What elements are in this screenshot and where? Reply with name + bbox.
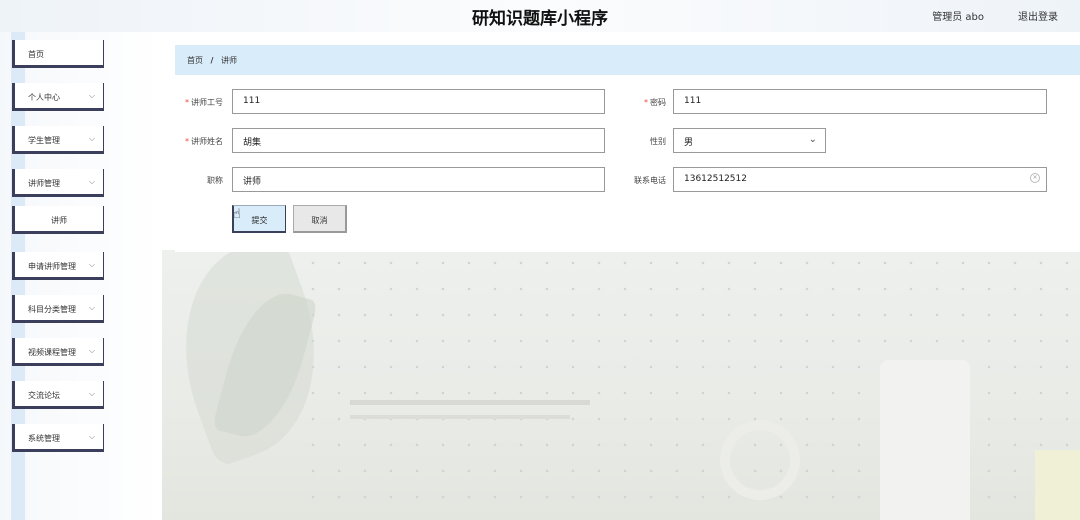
- sidebar-item-teacher-applications[interactable]: 申请讲师管理 ⌵: [12, 252, 104, 280]
- sidebar-item-label: 首页: [28, 50, 44, 59]
- gender-label: 性别: [650, 137, 666, 146]
- sidebar: 首页 个人中心 ⌵ 学生管理 ⌵ 讲师管理 ⌵ 讲师 申请讲师管理 ⌵ 科目分类…: [0, 32, 162, 520]
- box: [1035, 450, 1080, 520]
- sidebar-item-label: 讲师管理: [28, 179, 60, 188]
- gender-selected-value: 男: [684, 138, 694, 148]
- password-label: * 密码: [644, 98, 666, 107]
- phone-value: 13612512512: [684, 174, 747, 184]
- phone-label: 联系电话: [634, 176, 666, 185]
- breadcrumb: 首页 / 讲师: [175, 45, 1080, 75]
- sidebar-item-video-courses[interactable]: 视频课程管理 ⌵: [12, 338, 104, 366]
- teacher-name-field[interactable]: 胡集: [232, 128, 605, 153]
- sidebar-item-subject-categories[interactable]: 科目分类管理 ⌵: [12, 295, 104, 323]
- breadcrumb-home[interactable]: 首页: [187, 56, 203, 65]
- chevron-down-icon: ⌵: [88, 432, 95, 441]
- teacher-id-field[interactable]: 111: [232, 89, 605, 114]
- chevron-down-icon: ⌵: [88, 91, 95, 100]
- chevron-down-icon: ⌵: [88, 134, 95, 143]
- password-field[interactable]: 111: [673, 89, 1047, 114]
- chevron-down-icon: ⌵: [88, 260, 95, 269]
- teacher-id-label: * 讲师工号: [185, 98, 223, 107]
- hand-pointer-icon: ☝: [233, 207, 241, 222]
- sidebar-item-profile[interactable]: 个人中心 ⌵: [12, 83, 104, 111]
- sidebar-item-label: 视频课程管理: [28, 348, 76, 357]
- sidebar-subitem-teacher[interactable]: 讲师: [12, 206, 104, 234]
- sidebar-item-forum[interactable]: 交流论坛 ⌵: [12, 381, 104, 409]
- breadcrumb-current: 讲师: [221, 56, 238, 65]
- sidebar-item-system[interactable]: 系统管理 ⌵: [12, 424, 104, 452]
- form-panel: 首页 / 讲师 * 讲师工号 111 * 密码 111 * 讲师姓名 胡集 性别 男 …: [175, 45, 1080, 252]
- chevron-down-icon: ⌵: [88, 303, 95, 312]
- background-illustration: [160, 250, 1080, 520]
- sidebar-item-students[interactable]: 学生管理 ⌵: [12, 126, 104, 154]
- cup: [720, 420, 800, 500]
- teacher-name-label: * 讲师姓名: [185, 137, 223, 146]
- sidebar-item-label: 交流论坛: [28, 391, 60, 400]
- bottle: [880, 360, 970, 520]
- required-mark: *: [185, 98, 189, 107]
- sidebar-item-label: 讲师: [51, 216, 67, 225]
- clear-icon[interactable]: ×: [1030, 173, 1040, 183]
- shelf: [350, 415, 570, 419]
- shelf: [350, 400, 590, 405]
- title-field[interactable]: 讲师: [232, 167, 605, 192]
- chevron-down-icon: ⌵: [88, 389, 95, 398]
- logout-link[interactable]: 退出登录: [1018, 8, 1058, 23]
- sidebar-item-label: 个人中心: [28, 93, 60, 102]
- phone-field[interactable]: 13612512512 ×: [673, 167, 1047, 192]
- cancel-button[interactable]: 取消: [293, 205, 347, 233]
- required-mark: *: [644, 98, 648, 107]
- sidebar-item-teacher-management[interactable]: 讲师管理 ⌵: [12, 169, 104, 197]
- sidebar-item-label: 科目分类管理: [28, 305, 76, 314]
- required-mark: *: [185, 137, 189, 146]
- current-user: 管理员 abo: [932, 12, 984, 23]
- title-label: 职称: [207, 176, 223, 185]
- chevron-down-icon: ⌵: [88, 177, 95, 186]
- chevron-down-icon: ⌄: [808, 134, 817, 145]
- sidebar-item-home[interactable]: 首页: [12, 40, 104, 68]
- sidebar-item-label: 系统管理: [28, 434, 60, 443]
- breadcrumb-separator: /: [210, 56, 214, 65]
- app-title: 研知识题库小程序: [472, 9, 608, 29]
- gender-select[interactable]: 男 ⌄: [673, 128, 826, 153]
- top-header: 研知识题库小程序 管理员 abo 退出登录: [0, 0, 1080, 32]
- sidebar-item-label: 申请讲师管理: [28, 262, 76, 271]
- sidebar-item-label: 学生管理: [28, 136, 60, 145]
- chevron-down-icon: ⌵: [88, 346, 95, 355]
